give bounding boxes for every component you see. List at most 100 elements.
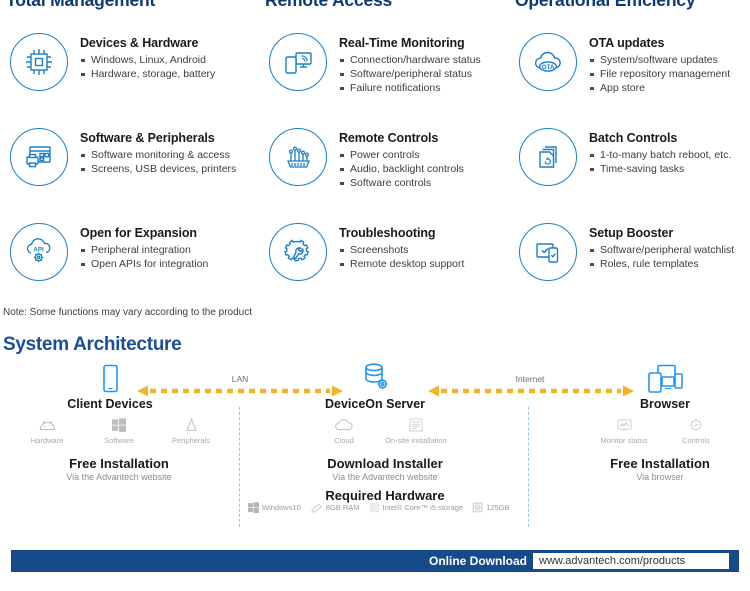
feature-text: Batch Controls 1-to-many batch reboot, e… — [589, 125, 731, 176]
server-sub-icons: Cloud On-site installation — [300, 416, 460, 445]
divider-client-server — [239, 407, 240, 527]
feature-title: Setup Booster — [589, 226, 674, 240]
feature-bullet: Failure notifications — [339, 81, 481, 95]
link-label-lan: LAN — [231, 374, 249, 384]
feature-title: Remote Controls — [339, 131, 439, 145]
feature-card-ota-updates: OTA OTA updates System/software updates … — [500, 30, 750, 125]
feature-title: OTA updates — [589, 36, 665, 50]
block-heading: Download Installer — [327, 456, 443, 471]
column-heading-operational-efficiency: Operational Efficiency — [515, 0, 696, 10]
feature-bullet: Screenshots — [339, 243, 464, 257]
column-heading-total-management: Total Management — [6, 0, 156, 10]
feature-bullet: File repository management — [589, 67, 730, 81]
arch-node-deviceon-server: DeviceOn Server — [300, 362, 450, 411]
feature-bullets: Screenshots Remote desktop support — [339, 243, 464, 271]
tablet-icon — [35, 362, 185, 394]
server-install-block: Download Installer Via the Advantech web… — [250, 456, 520, 482]
ram-icon — [310, 502, 323, 513]
section-title-system-architecture: System Architecture — [3, 334, 182, 355]
feature-card-remote-controls: Remote Controls Power controls Audio, ba… — [250, 125, 500, 220]
monitor-status-icon — [588, 416, 660, 434]
feature-bullets: Software monitoring & access Screens, US… — [80, 148, 236, 176]
feature-bullet: Power controls — [339, 148, 464, 162]
feature-card-setup-booster: Setup Booster Software/peripheral watchl… — [500, 220, 750, 315]
block-heading: Free Installation — [69, 456, 169, 471]
footer-url[interactable]: www.advantech.com/products — [533, 553, 729, 569]
controls-gear-icon — [660, 416, 732, 434]
cloud-api-gear-icon: API — [10, 223, 68, 281]
feature-bullets: Power controls Audio, backlight controls… — [339, 148, 464, 190]
gear-wrench-icon — [269, 223, 327, 281]
hardware-item-ram: 8GB RAM — [310, 502, 360, 513]
android-icon — [11, 416, 83, 434]
footer-label: Online Download — [429, 554, 527, 568]
feature-card-batch-controls: Batch Controls 1-to-many batch reboot, e… — [500, 125, 750, 220]
block-subtext: Via the Advantech website — [66, 472, 172, 482]
feature-title: Devices & Hardware — [80, 36, 199, 50]
arch-node-label: Client Devices — [67, 397, 153, 411]
feature-card-real-time-monitoring: Real-Time Monitoring Connection/hardware… — [250, 30, 500, 125]
peripherals-icon — [155, 416, 227, 434]
hardware-item-label: 125GB — [486, 503, 510, 512]
feature-card-open-for-expansion: API Open for Expansion Peripheral integr… — [0, 220, 250, 315]
feature-bullet: Roles, rule templates — [589, 257, 734, 271]
feature-bullet: Peripheral integration — [80, 243, 208, 257]
stacked-pages-icon — [519, 128, 577, 186]
feature-title: Open for Expansion — [80, 226, 197, 240]
hardware-item-label: 8GB RAM — [325, 503, 360, 512]
required-hardware-heading: Required Hardware — [325, 488, 445, 503]
arch-node-client-devices: Client Devices — [35, 362, 185, 411]
required-hardware-list: Windows10 8GB RAM Intel® Core™ i5 storag… — [248, 502, 518, 513]
feature-card-troubleshooting: Troubleshooting Screenshots Remote deskt… — [250, 220, 500, 315]
hardware-item-storage: 125GB — [472, 502, 509, 513]
required-hardware-heading-wrap: Required Hardware — [250, 488, 520, 503]
feature-title: Troubleshooting — [339, 226, 436, 240]
feature-text: Remote Controls Power controls Audio, ba… — [339, 125, 464, 190]
feature-bullets: 1-to-many batch reboot, etc. Time-saving… — [589, 148, 731, 176]
chip-icon — [10, 33, 68, 91]
feature-bullet: Time-saving tasks — [589, 162, 731, 176]
feature-bullet: Software/peripheral status — [339, 67, 481, 81]
onsite-list-icon — [380, 416, 452, 434]
link-label-internet: Internet — [515, 374, 545, 384]
sub-item-label: On-site installation — [385, 436, 447, 445]
feature-text: Devices & Hardware Windows, Linux, Andro… — [80, 30, 215, 81]
feature-bullet: Software monitoring & access — [80, 148, 236, 162]
feature-bullets: System/software updates File repository … — [589, 53, 730, 95]
feature-text: Real-Time Monitoring Connection/hardware… — [339, 30, 481, 95]
feature-bullet: Software controls — [339, 176, 464, 190]
browser-install-block: Free Installation Via browser — [570, 456, 750, 482]
divider-server-browser — [528, 407, 529, 527]
feature-text: Setup Booster Software/peripheral watchl… — [589, 220, 734, 271]
screen-phone-check-icon — [519, 223, 577, 281]
arrow-internet — [428, 385, 634, 397]
hardware-item-windows10: Windows10 — [248, 502, 301, 513]
hardware-item-label: Intel® Core™ i5 storage — [382, 503, 464, 512]
monitor-phone-signal-icon — [269, 33, 327, 91]
cpu-icon — [369, 502, 380, 513]
sub-item-onsite-installation: On-site installation — [380, 416, 452, 445]
block-heading: Free Installation — [610, 456, 710, 471]
feature-bullet: 1-to-many batch reboot, etc. — [589, 148, 731, 162]
feature-bullet: System/software updates — [589, 53, 730, 67]
feature-bullet: Software/peripheral watchlist — [589, 243, 734, 257]
feature-bullet: Hardware, storage, battery — [80, 67, 215, 81]
windows-icon — [248, 502, 259, 513]
sub-item-label: Cloud — [334, 436, 354, 445]
feature-title: Real-Time Monitoring — [339, 36, 465, 50]
feature-bullets: Connection/hardware status Software/peri… — [339, 53, 481, 95]
footer-bar: Online Download www.advantech.com/produc… — [11, 550, 739, 572]
feature-grid: Devices & Hardware Windows, Linux, Andro… — [0, 30, 750, 315]
sub-item-label: Controls — [682, 436, 710, 445]
architecture-diagram: LAN Internet Client Devices Hardware Sof… — [0, 362, 750, 532]
feature-bullet: Connection/hardware status — [339, 53, 481, 67]
windows-icon — [83, 416, 155, 434]
multi-screen-icon — [605, 362, 725, 394]
window-printer-icon — [10, 128, 68, 186]
sub-item-label: Software — [104, 436, 134, 445]
feature-bullet: Open APIs for integration — [80, 257, 208, 271]
sub-item-label: Hardware — [30, 436, 64, 445]
sub-item-software: Software — [83, 416, 155, 445]
block-subtext: Via the Advantech website — [332, 472, 438, 482]
feature-bullets: Software/peripheral watchlist Roles, rul… — [589, 243, 734, 271]
